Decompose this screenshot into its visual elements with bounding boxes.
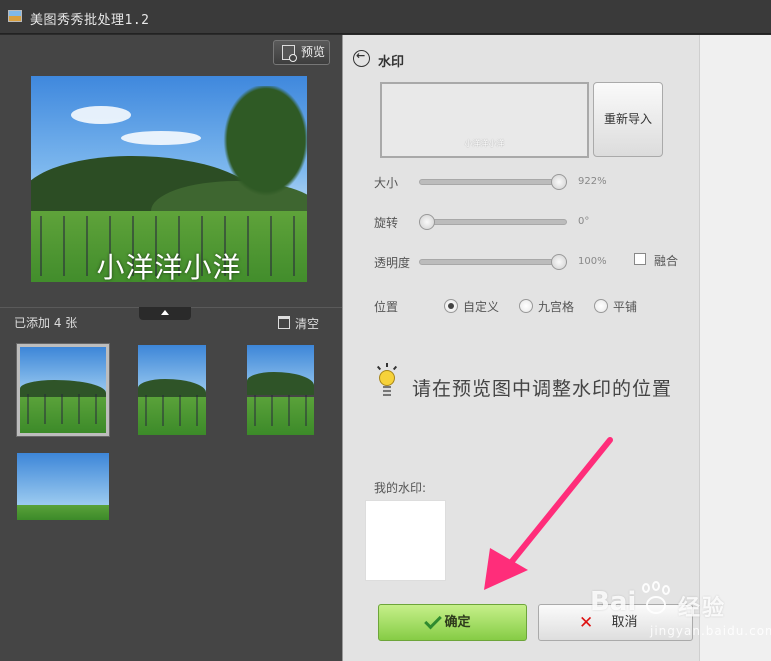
preview-button-label: 预览 <box>301 45 326 59</box>
radio-grid[interactable] <box>519 299 533 313</box>
size-label: 大小 <box>374 176 399 190</box>
my-watermark-label: 我的水印: <box>374 481 427 495</box>
ok-button-label: 确定 <box>444 615 471 630</box>
app-icon <box>8 10 22 22</box>
opacity-slider-knob[interactable] <box>550 254 567 270</box>
baidu-watermark: Bai 经验 jingyan.baidu.com <box>590 578 771 648</box>
baidu-logo-text: Bai <box>590 587 637 617</box>
ok-button[interactable]: 确定 <box>378 604 527 641</box>
watermark-preview: 小洋洋小洋 <box>380 82 589 158</box>
main-preview-image[interactable]: 小洋洋小洋 <box>31 76 307 282</box>
thumbnail-1[interactable] <box>16 343 110 437</box>
collapse-toggle-button[interactable] <box>139 307 191 320</box>
trash-icon <box>278 316 290 329</box>
checkmark-icon <box>424 611 442 630</box>
preview-icon <box>282 45 297 62</box>
position-label: 位置 <box>374 300 399 314</box>
section-title: 水印 <box>378 55 405 70</box>
title-bar: 美图秀秀批处理1.2 <box>0 0 771 34</box>
jingyan-url: jingyan.baidu.com <box>650 624 771 638</box>
radio-custom[interactable] <box>444 299 458 313</box>
radio-grid-label: 九宫格 <box>538 300 575 314</box>
radio-tile-label: 平铺 <box>613 300 638 314</box>
thumbnail-3[interactable] <box>247 345 314 435</box>
rotate-value: 0° <box>578 216 590 227</box>
blend-label: 融合 <box>654 254 679 268</box>
size-slider[interactable] <box>419 174 567 190</box>
thumbnail-4[interactable] <box>17 453 109 520</box>
rotate-slider-knob[interactable] <box>419 214 436 230</box>
back-arrow-icon[interactable] <box>353 49 370 67</box>
opacity-label: 透明度 <box>374 256 411 270</box>
reimport-button[interactable]: 重新导入 <box>593 82 663 157</box>
paw-icon <box>638 581 674 617</box>
added-count-label: 已添加 4 张 <box>14 316 78 330</box>
jingyan-text: 经验 <box>678 596 727 621</box>
opacity-slider[interactable] <box>419 254 567 270</box>
rotate-label: 旋转 <box>374 216 399 230</box>
right-blank-area <box>699 35 771 661</box>
watermark-preview-text: 小洋洋小洋 <box>464 139 505 148</box>
clear-button-label: 清空 <box>295 317 320 331</box>
radio-tile[interactable] <box>594 299 608 313</box>
my-watermark-slot[interactable] <box>365 500 446 581</box>
preview-watermark-text[interactable]: 小洋洋小洋 <box>31 246 307 282</box>
size-slider-knob[interactable] <box>550 174 567 190</box>
left-panel: 预览 小洋洋小洋 已添加 4 张 清空 <box>0 35 342 661</box>
rotate-slider[interactable] <box>419 214 567 230</box>
blend-checkbox[interactable] <box>634 253 646 265</box>
lightbulb-icon <box>376 363 398 400</box>
preview-button[interactable]: 预览 <box>273 40 330 65</box>
position-hint-text: 请在预览图中调整水印的位置 <box>412 378 673 400</box>
right-panel: 水印 小洋洋小洋 重新导入 大小 922% 旋转 0° 透明度 100% 融合 … <box>342 35 699 661</box>
size-value: 922% <box>578 176 607 187</box>
thumbnail-2[interactable] <box>138 345 206 435</box>
clear-button[interactable]: 清空 <box>276 315 319 332</box>
window-title: 美图秀秀批处理1.2 <box>30 13 150 28</box>
opacity-value: 100% <box>578 256 607 267</box>
radio-custom-label: 自定义 <box>463 300 500 314</box>
